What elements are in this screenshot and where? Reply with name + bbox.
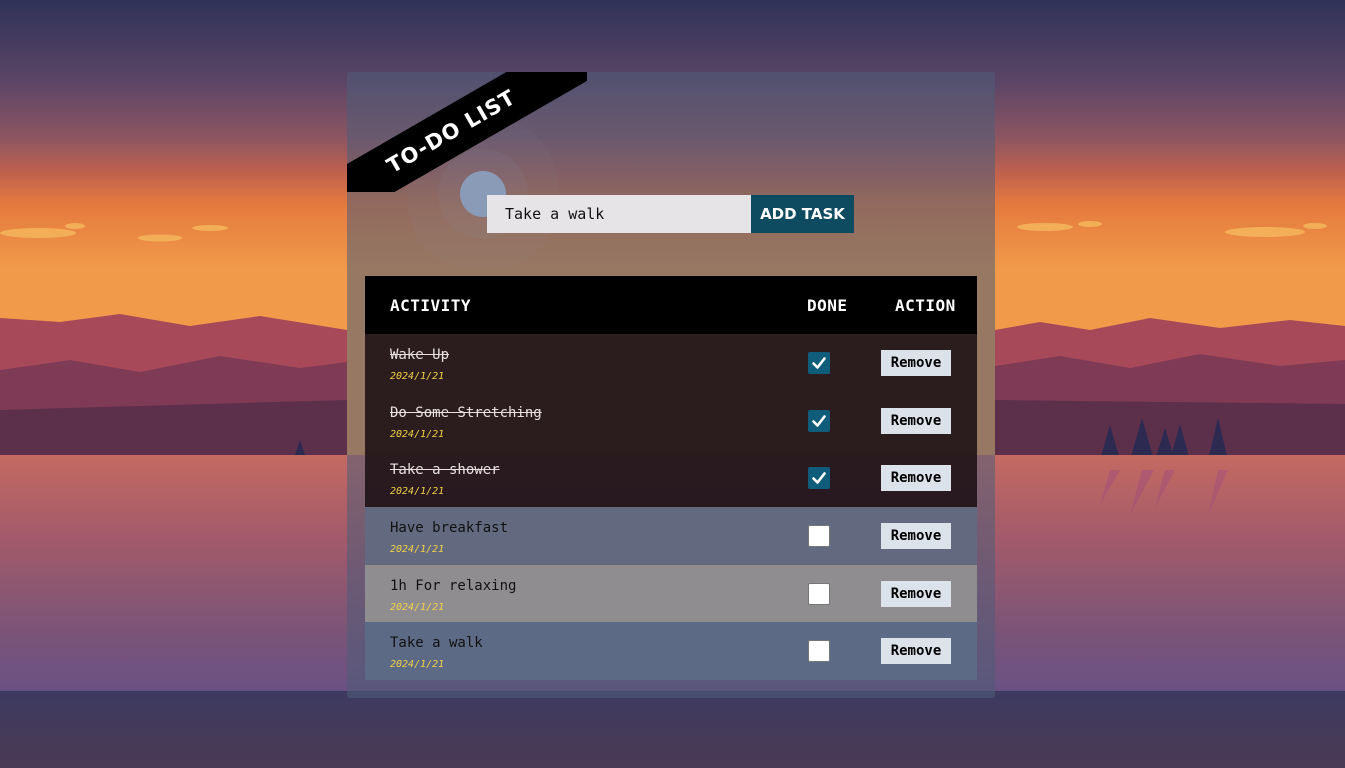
task-title: Have breakfast [390,520,509,537]
done-checkbox[interactable] [808,409,830,432]
remove-button[interactable]: Remove [881,407,951,434]
done-checkbox[interactable] [808,467,830,490]
todo-panel: TO-DO LIST ADD TASK ACTIVITY DONE ACTION… [347,72,995,698]
title-ribbon: TO-DO LIST [347,72,587,192]
task-date: 2024/1/21 [390,486,445,498]
table-row: 1h For relaxing 2024/1/21 Remove [365,564,977,623]
table-row: Do Some Stretching 2024/1/21 Remove [365,391,977,450]
header-action: ACTION [895,295,956,315]
add-task-form: ADD TASK [487,195,854,233]
table-row: Have breakfast 2024/1/21 Remove [365,507,977,565]
task-input[interactable] [487,195,751,233]
page-title: TO-DO LIST [347,72,587,192]
header-done: DONE [807,295,848,315]
task-title: Take a walk [390,635,483,652]
done-checkbox[interactable] [808,352,830,374]
table-row: Take a shower 2024/1/21 Remove [365,449,977,508]
task-table: ACTIVITY DONE ACTION Wake Up 2024/1/21 R… [365,276,977,681]
task-date: 2024/1/21 [390,659,445,671]
task-title: Wake Up [390,347,450,363]
task-title: 1h For relaxing [390,577,517,594]
done-checkbox[interactable] [808,582,830,605]
task-date: 2024/1/21 [390,371,445,382]
table-row: Take a walk 2024/1/21 Remove [365,622,977,681]
task-date: 2024/1/21 [390,601,445,613]
add-task-button[interactable]: ADD TASK [751,195,854,233]
remove-button[interactable]: Remove [881,350,951,376]
checkmark-icon [812,414,826,427]
header-activity: ACTIVITY [390,295,472,315]
checkmark-icon [812,472,826,485]
remove-button[interactable]: Remove [881,580,951,607]
task-date: 2024/1/21 [390,428,445,440]
task-title: Do Some Stretching [390,404,542,421]
table-row: Wake Up 2024/1/21 Remove [365,334,977,392]
done-checkbox[interactable] [808,525,830,548]
remove-button[interactable]: Remove [881,638,951,665]
task-title: Take a shower [390,462,500,479]
task-date: 2024/1/21 [390,544,445,556]
checkmark-icon [812,357,826,369]
remove-button[interactable]: Remove [881,523,951,550]
table-header: ACTIVITY DONE ACTION [365,276,977,334]
done-checkbox[interactable] [808,640,830,663]
remove-button[interactable]: Remove [881,465,951,492]
